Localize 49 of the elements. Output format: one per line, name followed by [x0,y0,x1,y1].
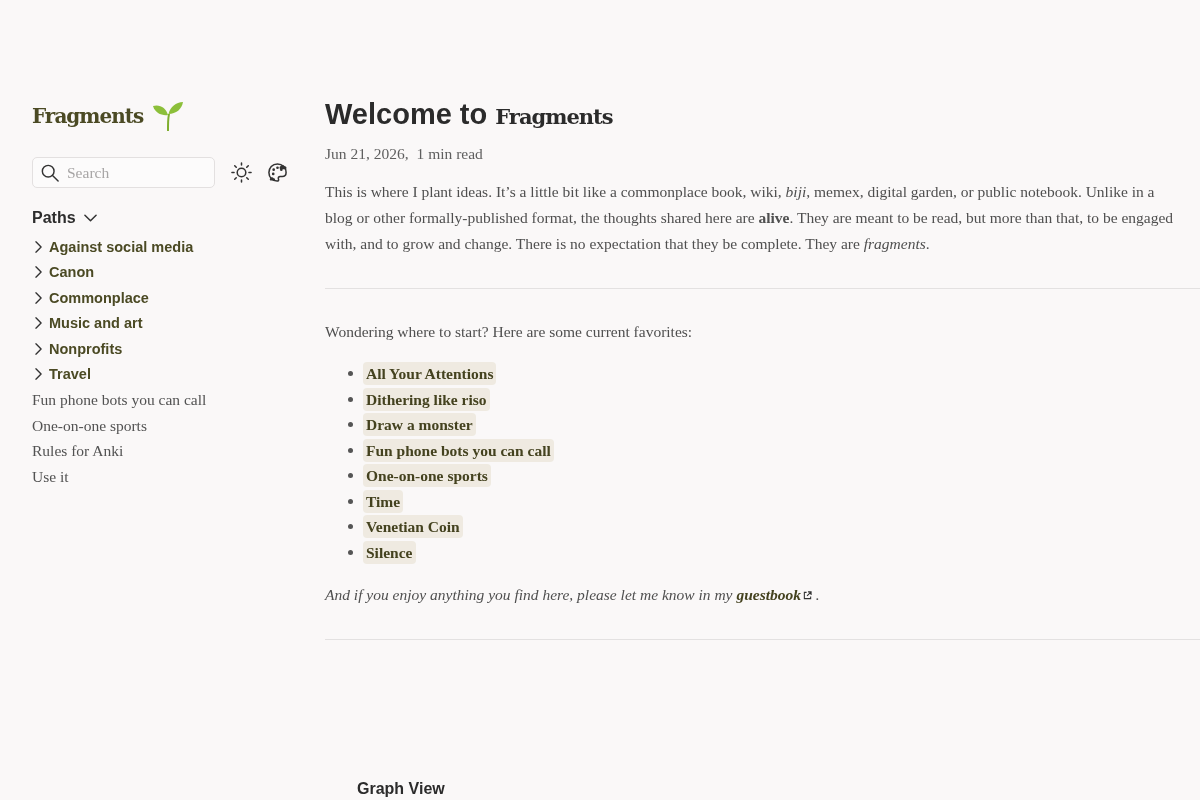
bullet-icon [348,371,353,377]
favorite-link[interactable]: Silence [363,540,416,564]
folder-item[interactable]: Travel [32,361,91,387]
reading-time: 1 min read [416,144,483,164]
favorite-link[interactable]: One-on-one sports [363,464,491,488]
favorite-link[interactable]: All Your Attentions [363,362,497,386]
intro-paragraph: This is where I plant ideas. It’s a little bit like a commonplace book, wiki, biji, memex, digital garden, or public notebook. Unlike in a blog or other formally-published format, the thoughts shared here are alive. They are meant to be read, but more than that, to be engaged with, and to grow and change. There is no expectation that they be complete. They are fragments. [325,182,1175,254]
guestbook-link[interactable]: guestbook [736,586,812,603]
page-link[interactable]: Use it [32,463,69,489]
favorite-link[interactable]: Time [363,489,404,513]
chevron-right-icon [35,317,42,330]
favorite-link[interactable]: Fun phone bots you can call [363,438,554,462]
favorite-link[interactable]: Venetian Coin [363,515,463,539]
favorite-link[interactable]: Dithering like riso [363,387,490,411]
folder-item[interactable]: Canon [32,259,95,285]
date-text: Jun 21, 2026, [325,144,409,164]
page-title: Welcome to Fragments [325,97,613,132]
seedling-icon [152,100,185,132]
bullet-icon [348,422,353,428]
external-link-icon [802,591,812,600]
folder-item[interactable]: Nonprofits [32,336,123,362]
folder-item[interactable]: Against social media [32,234,194,260]
closing-text: And if you enjoy anything you find here, please let me know in my guestbook . [325,585,820,605]
favorite-link[interactable]: Draw a monster [363,413,476,437]
bullet-icon [348,549,353,555]
chevron-right-icon [35,240,42,253]
bullet-icon [348,396,353,402]
search-field[interactable]: Search [32,157,215,188]
prompt-text: Wondering where to start? Here are some current favorites: [325,322,693,342]
paths-toggle[interactable]: Paths [32,206,97,230]
site-title[interactable]: Fragments [32,96,144,136]
chevron-right-icon [35,266,42,279]
palette-icon[interactable] [267,162,288,183]
chevron-right-icon [35,368,42,381]
search-icon [41,164,59,182]
folder-item[interactable]: Commonplace [32,285,149,311]
page-link[interactable]: Rules for Anki [32,438,124,464]
chevron-right-icon [35,291,42,304]
chevron-right-icon [35,342,42,355]
bullet-icon [348,447,353,453]
bullet-icon [348,498,353,504]
folder-item[interactable]: Music and art [32,310,143,336]
page-link[interactable]: Fun phone bots you can call [32,387,207,413]
bullet-icon [348,524,353,530]
sun-icon[interactable] [231,162,252,183]
chevron-down-icon [83,214,97,222]
bullet-icon [348,473,353,479]
graph-view-heading: Graph View [357,779,445,799]
page-link[interactable]: One-on-one sports [32,412,147,438]
